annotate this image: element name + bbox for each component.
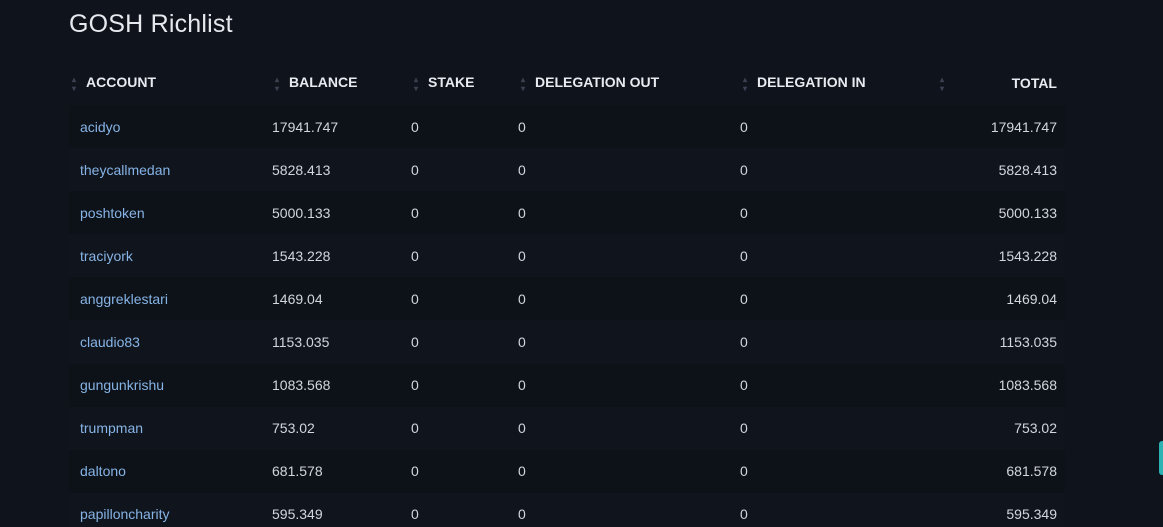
cell-account: traciyork: [69, 234, 272, 278]
cell-account: theycallmedan: [69, 148, 272, 192]
cell-delegation-out: 0: [518, 191, 740, 235]
cell-delegation-in: 0: [740, 191, 934, 235]
table-row: gungunkrishu 1083.568 0 0 0 1083.568: [69, 363, 1065, 407]
table-row: traciyork 1543.228 0 0 0 1543.228: [69, 234, 1065, 278]
cell-account: daltono: [69, 449, 272, 493]
sort-arrows-icon: ▴ ▾: [521, 74, 526, 93]
cell-stake: 0: [411, 492, 518, 527]
cell-stake: 0: [411, 363, 518, 407]
cell-balance: 5000.133: [272, 191, 411, 235]
cell-total: 1083.568: [934, 363, 1065, 407]
cell-total: 5000.133: [934, 191, 1065, 235]
account-link[interactable]: poshtoken: [80, 205, 145, 221]
cell-balance: 753.02: [272, 406, 411, 450]
cell-delegation-out: 0: [518, 277, 740, 321]
cell-total: 5828.413: [934, 148, 1065, 192]
cell-account: acidyo: [69, 105, 272, 149]
richlist-table: ▴ ▾ ACCOUNT ▴ ▾ BALANCE ▴ ▾ STAKE ▴ ▾ DELEGATION…: [69, 62, 1065, 527]
cell-delegation-out: 0: [518, 363, 740, 407]
cell-account: poshtoken: [69, 191, 272, 235]
cell-delegation-in: 0: [740, 492, 934, 527]
column-header-stake[interactable]: ▴ ▾ STAKE: [411, 62, 518, 105]
cell-stake: 0: [411, 191, 518, 235]
sort-arrows-icon: ▴ ▾: [939, 74, 944, 93]
cell-delegation-in: 0: [740, 277, 934, 321]
account-link[interactable]: claudio83: [80, 334, 140, 350]
cell-delegation-out: 0: [518, 406, 740, 450]
sort-arrows-icon: ▴ ▾: [275, 74, 280, 93]
cell-total: 681.578: [934, 449, 1065, 493]
cell-total: 1469.04: [934, 277, 1065, 321]
cell-delegation-out: 0: [518, 492, 740, 527]
cell-stake: 0: [411, 320, 518, 364]
cell-delegation-in: 0: [740, 363, 934, 407]
cell-stake: 0: [411, 277, 518, 321]
column-header-balance[interactable]: ▴ ▾ BALANCE: [272, 62, 411, 105]
table-row: anggreklestari 1469.04 0 0 0 1469.04: [69, 277, 1065, 321]
table-row: poshtoken 5000.133 0 0 0 5000.133: [69, 191, 1065, 235]
cell-delegation-in: 0: [740, 234, 934, 278]
cell-account: papilloncharity: [69, 492, 272, 527]
table-row: papilloncharity 595.349 0 0 0 595.349: [69, 492, 1065, 527]
cell-balance: 5828.413: [272, 148, 411, 192]
account-link[interactable]: acidyo: [80, 119, 120, 135]
column-header-total[interactable]: ▴ ▾ TOTAL: [934, 62, 1065, 105]
page-title: GOSH Richlist: [69, 10, 233, 38]
cell-stake: 0: [411, 148, 518, 192]
column-header-delegation-in[interactable]: ▴ ▾ DELEGATION IN: [740, 62, 934, 105]
cell-total: 595.349: [934, 492, 1065, 527]
cell-account: gungunkrishu: [69, 363, 272, 407]
table-row: daltono 681.578 0 0 0 681.578: [69, 449, 1065, 493]
cell-delegation-out: 0: [518, 234, 740, 278]
cell-stake: 0: [411, 449, 518, 493]
account-link[interactable]: gungunkrishu: [80, 377, 164, 393]
cell-delegation-in: 0: [740, 320, 934, 364]
page: GOSH Richlist ▴ ▾ ACCOUNT ▴ ▾ BALANCE ▴ ▾ STAK…: [0, 0, 1163, 527]
table-row: trumpman 753.02 0 0 0 753.02: [69, 406, 1065, 450]
cell-stake: 0: [411, 234, 518, 278]
table-row: theycallmedan 5828.413 0 0 0 5828.413: [69, 148, 1065, 192]
cell-delegation-in: 0: [740, 148, 934, 192]
cell-account: trumpman: [69, 406, 272, 450]
cell-delegation-in: 0: [740, 449, 934, 493]
cell-total: 1543.228: [934, 234, 1065, 278]
table-row: claudio83 1153.035 0 0 0 1153.035: [69, 320, 1065, 364]
cell-account: anggreklestari: [69, 277, 272, 321]
cell-total: 753.02: [934, 406, 1065, 450]
cell-delegation-out: 0: [518, 449, 740, 493]
account-link[interactable]: papilloncharity: [80, 506, 170, 522]
sort-arrows-icon: ▴ ▾: [414, 74, 419, 93]
cell-delegation-in: 0: [740, 105, 934, 149]
cell-delegation-out: 0: [518, 320, 740, 364]
column-header-account[interactable]: ▴ ▾ ACCOUNT: [69, 62, 272, 105]
cell-delegation-out: 0: [518, 105, 740, 149]
cell-balance: 1469.04: [272, 277, 411, 321]
table-header-row: ▴ ▾ ACCOUNT ▴ ▾ BALANCE ▴ ▾ STAKE ▴ ▾ DELEGATION…: [69, 62, 1065, 105]
cell-total: 17941.747: [934, 105, 1065, 149]
account-link[interactable]: theycallmedan: [80, 162, 170, 178]
cell-total: 1153.035: [934, 320, 1065, 364]
account-link[interactable]: trumpman: [80, 420, 143, 436]
cell-balance: 1543.228: [272, 234, 411, 278]
column-header-delegation-out[interactable]: ▴ ▾ DELEGATION OUT: [518, 62, 740, 105]
cell-balance: 1083.568: [272, 363, 411, 407]
cell-delegation-in: 0: [740, 406, 934, 450]
cell-balance: 681.578: [272, 449, 411, 493]
cell-delegation-out: 0: [518, 148, 740, 192]
sort-arrows-icon: ▴ ▾: [72, 74, 77, 93]
account-link[interactable]: anggreklestari: [80, 291, 168, 307]
side-scroll-tab[interactable]: [1159, 441, 1163, 475]
cell-balance: 1153.035: [272, 320, 411, 364]
sort-arrows-icon: ▴ ▾: [743, 74, 748, 93]
cell-account: claudio83: [69, 320, 272, 364]
table-row: acidyo 17941.747 0 0 0 17941.747: [69, 105, 1065, 149]
account-link[interactable]: traciyork: [80, 248, 133, 264]
cell-stake: 0: [411, 406, 518, 450]
cell-balance: 17941.747: [272, 105, 411, 149]
account-link[interactable]: daltono: [80, 463, 126, 479]
cell-balance: 595.349: [272, 492, 411, 527]
cell-stake: 0: [411, 105, 518, 149]
